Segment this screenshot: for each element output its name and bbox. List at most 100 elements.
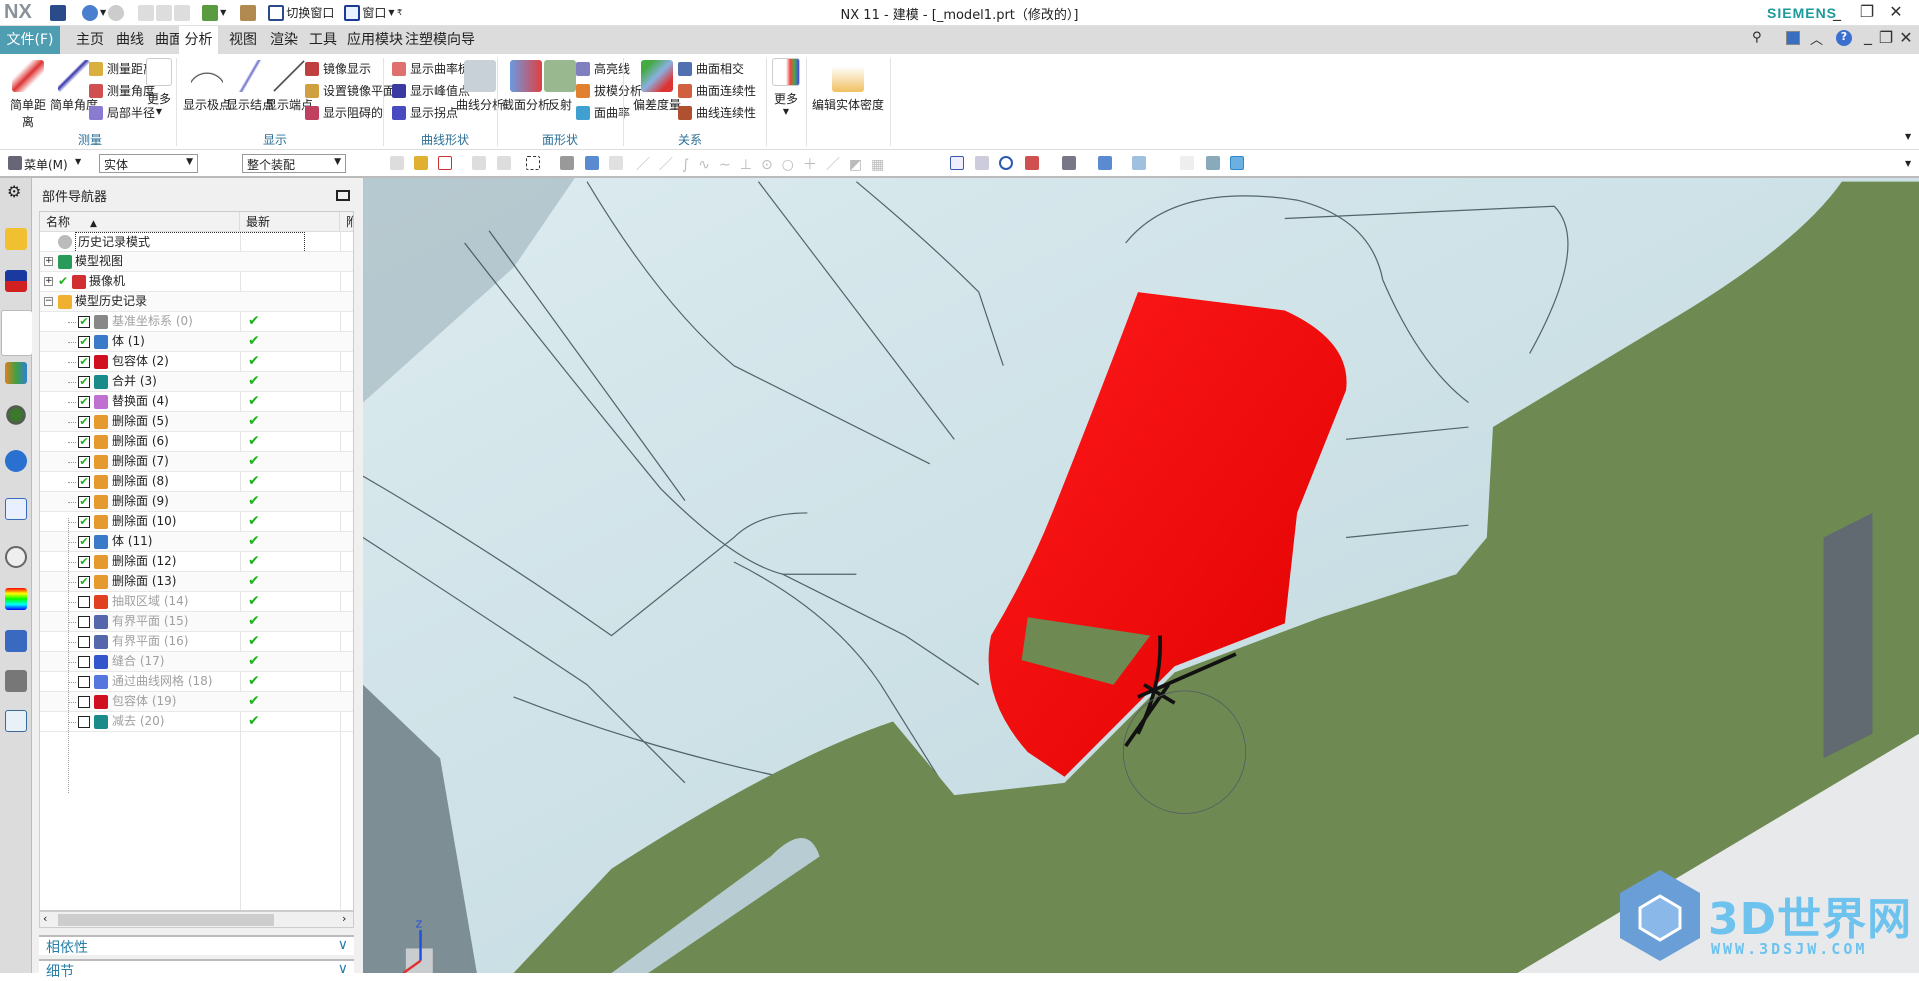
details-panel-header[interactable]: 细节 ∨ [39,959,354,980]
tab-mold-wizard[interactable]: 注塑模向导 [396,26,484,54]
visibility-checkbox[interactable]: ✔ [78,576,90,588]
tree-node[interactable]: ✔ 删除面 (10) ✔ [40,512,353,532]
visibility-checkbox[interactable]: ✔ [78,356,90,368]
show-blocked-button[interactable]: 显示阻碍的 [305,104,383,121]
dependencies-panel-header[interactable]: 相依性 ∨ [39,935,354,956]
scroll-right-icon[interactable]: › [342,912,346,925]
visibility-checkbox[interactable]: ✔ [78,516,90,528]
show-hide-icon[interactable] [1206,156,1220,170]
visibility-checkbox[interactable]: ✔ [78,376,90,388]
fit-view-icon[interactable] [950,156,964,170]
visibility-checkbox[interactable]: ✔ [78,416,90,428]
tree-node[interactable]: ✔ 体 (11) ✔ [40,532,353,552]
rectangle-select-icon[interactable] [526,156,540,170]
rotate-icon[interactable] [999,156,1013,170]
maximize-icon[interactable] [336,190,350,201]
tree-node[interactable]: ✔ 删除面 (12) ✔ [40,552,353,572]
roles-icon[interactable] [5,670,27,692]
column-header-name[interactable]: 名称 ▲ [40,212,240,232]
visibility-checkbox[interactable]: ✔ [78,336,90,348]
process-studio-icon[interactable] [5,630,27,652]
edit-solid-density-button[interactable]: 编辑实体密度 [812,60,884,113]
visibility-checkbox[interactable] [78,596,90,608]
face-intersect-button[interactable]: 曲面相交 [678,60,744,77]
menu-button[interactable]: 菜单(M) [24,156,68,173]
tree-node[interactable]: 减去 (20) ✔ [40,712,353,732]
tab-home[interactable]: 主页 [66,26,114,54]
expand-icon[interactable]: + [44,257,53,266]
orient-view-icon[interactable] [1025,156,1039,170]
assembly-navigator-icon[interactable] [5,228,27,250]
selection-scope-select[interactable]: 整个装配 [242,154,346,173]
tree-node[interactable]: 历史记录模式 [40,232,353,253]
simple-distance-button[interactable]: 简单距离 [6,60,50,130]
touch-mode-icon[interactable] [240,4,257,21]
scroll-left-icon[interactable]: ‹ [43,912,47,925]
visibility-checkbox[interactable] [78,676,90,688]
tree-node[interactable]: + ✔ 摄像机 [40,272,353,292]
tab-file[interactable]: 文件(F) [0,26,60,54]
measure-more-button[interactable]: 更多 ▼ [145,58,173,116]
face-continuity-button[interactable]: 曲面连续性 [678,82,756,99]
visibility-checkbox[interactable] [78,696,90,708]
search-icon[interactable]: ⚲ [1752,30,1762,45]
cube-icon[interactable] [585,156,599,170]
undo-icon[interactable] [82,4,98,21]
reflection-button[interactable]: 反射 [540,60,580,113]
tab-render[interactable]: 渲染 [262,26,306,54]
select-assembly-icon[interactable] [497,156,511,170]
save-icon[interactable] [50,4,66,21]
tree-node[interactable]: 包容体 (19) ✔ [40,692,353,712]
tree-node[interactable]: ✔ 合并 (3) ✔ [40,372,353,392]
minimize-button[interactable]: _ [1825,2,1849,21]
expand-icon[interactable]: + [44,277,53,286]
collapse-ribbon-icon[interactable]: ︿ [1810,29,1823,48]
visibility-checkbox[interactable]: ✔ [78,536,90,548]
tree-node[interactable]: + 模型视图 [40,252,353,272]
pan-icon[interactable] [975,156,989,170]
render-style-icon[interactable] [1062,156,1076,170]
tree-node[interactable]: 有界平面 (16) ✔ [40,632,353,652]
filter-icon[interactable] [390,156,404,170]
tree-node[interactable]: ✔ 删除面 (6) ✔ [40,432,353,452]
history-icon[interactable] [5,546,27,568]
select-icon[interactable] [472,156,486,170]
constraint-navigator-icon[interactable] [5,270,27,292]
tree-node[interactable]: ✔ 替换面 (4) ✔ [40,392,353,412]
toolbar-options-dropdown[interactable]: ▼ [1905,159,1911,168]
model-view[interactable]: Z [362,178,1919,974]
close-button[interactable]: ✕ [1884,2,1908,21]
edit-section-icon[interactable] [1230,156,1244,170]
doc-close-button[interactable]: ✕ [1894,28,1918,47]
face-curvature-button[interactable]: 面曲率 [576,104,630,121]
tree-node[interactable]: 通过曲线网格 (18) ✔ [40,672,353,692]
visibility-checkbox[interactable] [78,656,90,668]
tree-node[interactable]: − 模型历史记录 [40,292,353,312]
tree-node[interactable]: ✔ 删除面 (13) ✔ [40,572,353,592]
column-header-attached[interactable]: 附 [340,212,353,232]
reuse-library-icon[interactable] [5,362,27,384]
visibility-checkbox[interactable] [78,636,90,648]
analysis-more-button[interactable]: 更多 ▼ [771,58,801,116]
restore-button[interactable]: ❐ [1855,2,1879,21]
tree-node[interactable]: 有界平面 (15) ✔ [40,612,353,632]
window-menu-button[interactable]: 窗口 [362,4,386,21]
tab-analysis[interactable]: 分析 [179,26,218,54]
snap-filter-icon[interactable] [414,156,428,170]
wcs-icon[interactable] [1180,156,1194,170]
tree-node[interactable]: ✔ 删除面 (8) ✔ [40,472,353,492]
tree-node[interactable]: ✔ 删除面 (7) ✔ [40,452,353,472]
visibility-checkbox[interactable] [78,616,90,628]
copy-icon[interactable] [156,4,173,21]
tree-node[interactable]: 缝合 (17) ✔ [40,652,353,672]
system-scene-icon[interactable] [5,710,27,732]
visibility-checkbox[interactable]: ✔ [78,496,90,508]
cut-icon[interactable] [138,4,155,21]
visibility-checkbox[interactable] [78,716,90,728]
visibility-icon[interactable] [1132,156,1146,170]
visibility-checkbox[interactable]: ✔ [78,456,90,468]
deviation-gauge-button[interactable]: 偏差度量 [630,60,684,113]
curve-continuity-button[interactable]: 曲线连续性 [678,104,756,121]
view-icon[interactable] [560,156,574,170]
inflection-points-button[interactable]: 显示拐点 [392,104,458,121]
